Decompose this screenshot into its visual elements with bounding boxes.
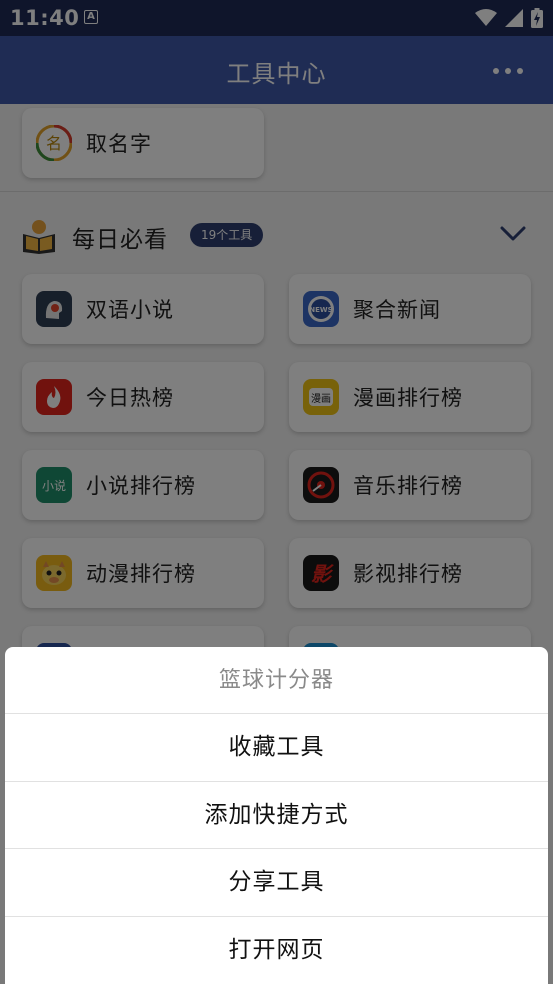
favorite-tool-button[interactable]: 收藏工具	[5, 714, 548, 782]
action-sheet: 篮球计分器 收藏工具 添加快捷方式 分享工具 打开网页	[5, 647, 548, 984]
open-webpage-button[interactable]: 打开网页	[5, 917, 548, 984]
share-tool-button[interactable]: 分享工具	[5, 849, 548, 917]
sheet-title: 篮球计分器	[5, 647, 548, 714]
add-shortcut-button[interactable]: 添加快捷方式	[5, 782, 548, 849]
